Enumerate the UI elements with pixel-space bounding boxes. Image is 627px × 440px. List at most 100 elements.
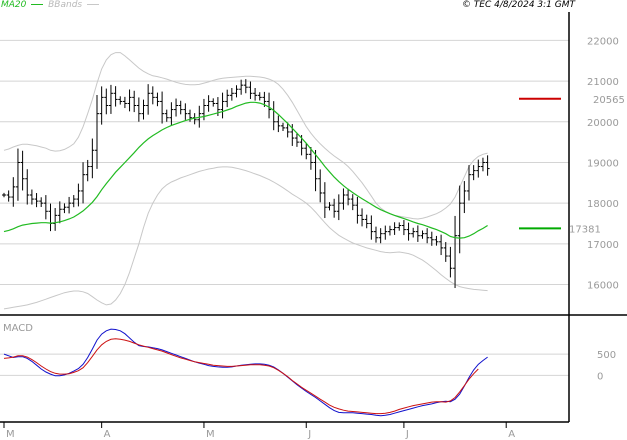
price-bar (150, 86, 155, 105)
price-bar (271, 101, 276, 131)
price-bar (155, 92, 160, 107)
price-axis-tick: 20000 (587, 118, 619, 129)
price-bar (369, 215, 374, 240)
price-bar (15, 148, 20, 201)
price-bar (439, 234, 444, 256)
price-bar (350, 194, 355, 211)
price-bar (332, 198, 337, 218)
price-bar (90, 138, 95, 179)
price-bar (322, 182, 327, 219)
price-bar (406, 222, 411, 241)
price-bar (136, 97, 141, 122)
price-axis-tick: 16000 (587, 281, 619, 292)
macd-panel-title: MACD (3, 323, 33, 334)
price-bar (85, 159, 90, 182)
price-bar (2, 192, 6, 198)
price-bar (81, 162, 86, 204)
price-bar (53, 208, 58, 231)
price-bar (6, 190, 11, 202)
price-bar (248, 81, 253, 99)
price-bar (360, 208, 365, 227)
support-label: 17381 (569, 224, 601, 235)
price-axis-tick: 22000 (587, 36, 619, 47)
price-bar (95, 94, 99, 169)
bb-lower-line (3, 166, 488, 310)
price-bar (443, 242, 448, 262)
x-axis-label: A (508, 429, 515, 440)
price-axis-tick: 21000 (587, 77, 619, 88)
price-bar (281, 122, 285, 131)
price-bar (480, 157, 485, 172)
price-bar (118, 96, 123, 105)
price-bar (25, 169, 30, 205)
price-bar (267, 92, 272, 119)
price-bar (62, 203, 67, 214)
price-bar (183, 103, 188, 120)
price-bar (336, 194, 341, 221)
price-bar (20, 150, 25, 191)
price-bar (39, 197, 44, 207)
price-bar (453, 215, 458, 289)
price-bar (415, 225, 420, 242)
price-bar (355, 196, 360, 224)
price-bar (448, 246, 453, 278)
price-bar (122, 96, 127, 109)
price-bar (276, 115, 281, 133)
price-bar (71, 195, 76, 208)
price-bar (67, 196, 72, 214)
price-axis-tick: 19000 (587, 158, 619, 169)
price-bar (253, 87, 258, 101)
price-bar (220, 92, 225, 119)
price-bar (239, 79, 244, 95)
signal-line (3, 338, 479, 415)
price-bar (383, 225, 388, 240)
price-bar (425, 228, 430, 244)
price-bar (225, 89, 230, 108)
price-bar (471, 165, 476, 181)
price-bar (257, 92, 262, 101)
price-bar (420, 230, 425, 239)
macd-axis-tick: 500 (597, 350, 616, 361)
price-bar (485, 155, 490, 176)
macd-line (3, 328, 488, 417)
resistance-label: 20565 (593, 95, 625, 106)
price-bar (211, 98, 216, 107)
price-bar (401, 220, 406, 236)
price-bar (99, 86, 104, 125)
price-bar (34, 193, 39, 208)
price-bar (11, 177, 16, 207)
price-bar (113, 86, 118, 107)
x-axis-label: M (206, 429, 215, 440)
x-axis-label: J (307, 429, 311, 440)
price-bar (411, 227, 416, 238)
price-bar (127, 89, 132, 112)
price-bar (378, 228, 383, 244)
price-bar (392, 222, 397, 235)
price-bar (48, 203, 53, 232)
price-bar (341, 188, 346, 210)
x-axis-label: M (6, 429, 15, 440)
price-bar (57, 201, 62, 224)
price-bar (132, 90, 137, 113)
price-axis-tick: 18000 (587, 199, 619, 210)
price-bar (374, 226, 378, 243)
price-bar (104, 88, 109, 115)
price-bar (397, 222, 402, 231)
x-axis-label: J (405, 429, 409, 440)
price-bar (178, 100, 183, 115)
price-bar (43, 195, 48, 220)
price-bar (108, 84, 113, 114)
price-bar (457, 185, 462, 254)
bb-upper-line (3, 52, 488, 220)
price-bar (387, 225, 392, 236)
x-axis-label: A (104, 429, 111, 440)
price-bar (206, 95, 211, 112)
chart-svg: 16000 17000 18000 19000 20000 21000 22000 0 500 M… (0, 12, 627, 440)
price-bar (146, 84, 151, 115)
price-bar (160, 91, 165, 124)
price-axis-tick: 17000 (587, 240, 619, 251)
price-bar (318, 169, 323, 203)
price-bar (462, 181, 467, 214)
price-bar (164, 109, 169, 122)
price-bar (229, 87, 234, 101)
